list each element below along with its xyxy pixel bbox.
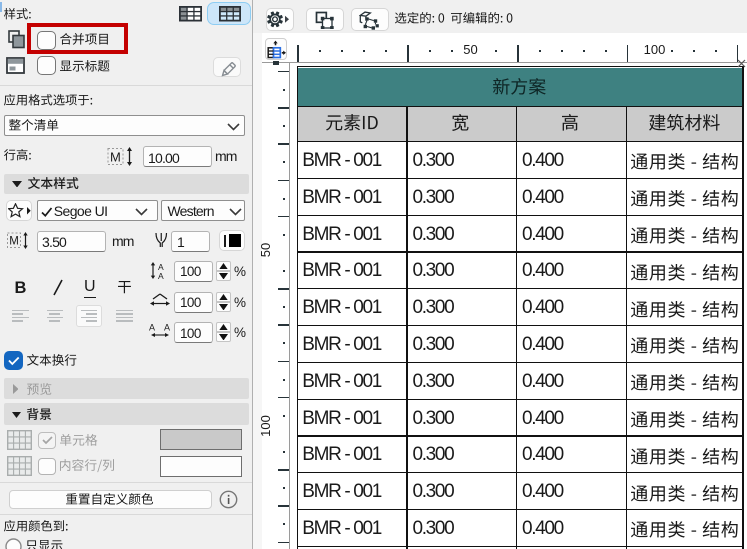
svg-text:M: M (9, 236, 19, 248)
svg-text:M: M (110, 149, 121, 164)
svg-text:A: A (164, 323, 170, 333)
svg-text:A: A (158, 271, 164, 279)
svg-text:A: A (149, 323, 155, 333)
